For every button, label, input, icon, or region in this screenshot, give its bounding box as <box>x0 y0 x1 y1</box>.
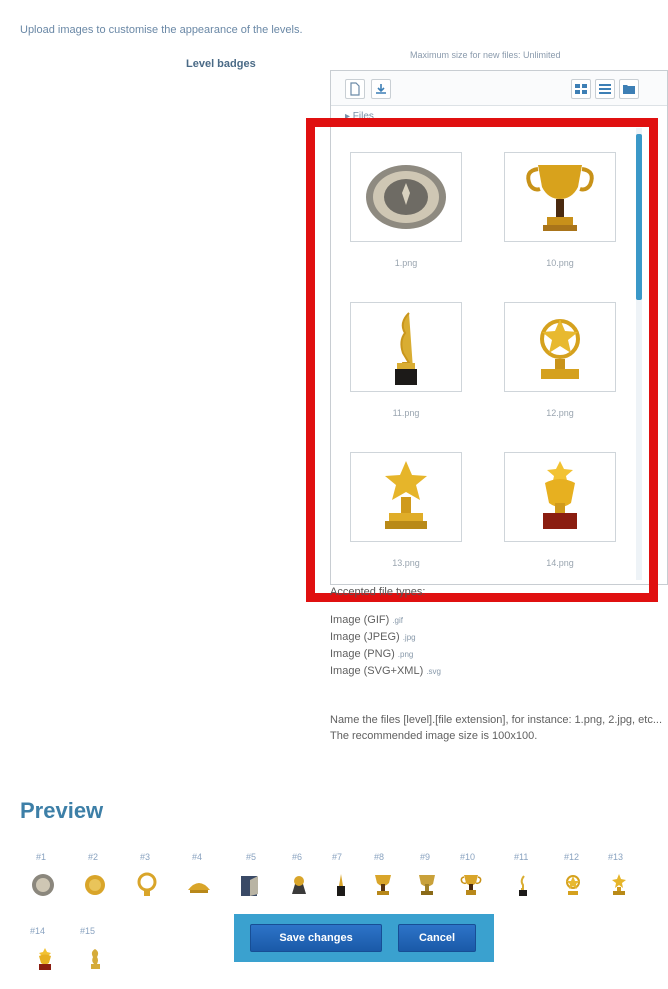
type-label: Image (GIF) <box>330 614 390 626</box>
badge-number-7: #7 <box>332 852 343 862</box>
type-label: Image (PNG) <box>330 648 395 660</box>
filename-note: Name the files [level].[file extension],… <box>330 714 663 742</box>
badge-number-12: #12 <box>564 852 580 862</box>
badge-6-icon <box>292 876 306 894</box>
badge-number-11: #11 <box>514 852 529 862</box>
type-label: Image (SVG+XML) <box>330 665 424 677</box>
accepted-types-heading: Accepted file types: <box>330 586 426 598</box>
preview-title: Preview <box>20 798 104 823</box>
type-label: Image (JPEG) <box>330 631 400 643</box>
intro-text: Upload images to customise the appearanc… <box>20 24 303 36</box>
type-ext: .gif <box>392 616 403 625</box>
view-icons-button[interactable] <box>571 79 591 99</box>
badge-number-5: #5 <box>246 852 257 862</box>
badge-13-icon <box>612 874 626 895</box>
badge-3-icon <box>137 872 157 896</box>
badge-number-6: #6 <box>292 852 303 862</box>
accepted-type-png: Image (PNG) .png <box>330 648 413 660</box>
view-list-button[interactable] <box>595 79 615 99</box>
badge-1-icon <box>32 874 54 896</box>
badge-11-icon <box>519 875 527 896</box>
accepted-type-jpeg: Image (JPEG) .jpg <box>330 631 416 643</box>
save-changes-button[interactable]: Save changes <box>250 924 382 952</box>
badge-8-icon <box>375 875 391 895</box>
accepted-type-gif: Image (GIF) .gif <box>330 614 403 626</box>
badge-10-icon <box>460 875 482 895</box>
file-picker-toolbar <box>331 71 667 106</box>
form-buttons-panel: Save changes Cancel <box>234 914 494 962</box>
list-view-icon <box>599 84 611 94</box>
download-button[interactable] <box>371 79 391 99</box>
badge-number-1: #1 <box>36 852 47 862</box>
download-icon <box>376 84 386 94</box>
badge-5-icon <box>241 876 258 896</box>
add-file-button[interactable] <box>345 79 365 99</box>
badge-15-icon <box>91 949 100 969</box>
badge-2-icon <box>85 875 105 895</box>
badge-number-13: #13 <box>608 852 624 862</box>
badge-12-icon <box>566 875 580 895</box>
grid-view-icon <box>575 84 587 94</box>
type-ext: .png <box>397 650 414 659</box>
badge-14-icon <box>39 948 51 970</box>
badge-number-4: #4 <box>192 852 203 862</box>
type-ext: .jpg <box>402 633 416 642</box>
cancel-button[interactable]: Cancel <box>398 924 476 952</box>
type-ext: .svg <box>426 667 441 676</box>
badge-number-9: #9 <box>420 852 431 862</box>
badge-number-3: #3 <box>140 852 151 862</box>
new-file-icon <box>350 82 360 96</box>
badge-number-10: #10 <box>460 852 476 862</box>
level-badges-label: Level badges <box>186 58 256 70</box>
badge-number-14: #14 <box>30 926 46 936</box>
badge-7-icon <box>337 874 345 896</box>
highlight-box <box>306 118 658 602</box>
badge-number-8: #8 <box>374 852 385 862</box>
view-tree-button[interactable] <box>619 79 639 99</box>
folder-icon <box>623 85 635 94</box>
max-size-text: Maximum size for new files: Unlimited <box>410 50 561 60</box>
badge-number-2: #2 <box>88 852 99 862</box>
badge-9-icon <box>419 875 435 895</box>
accepted-type-svg: Image (SVG+XML) .svg <box>330 665 441 677</box>
badge-4-icon <box>188 883 210 893</box>
badge-number-15: #15 <box>80 926 96 936</box>
